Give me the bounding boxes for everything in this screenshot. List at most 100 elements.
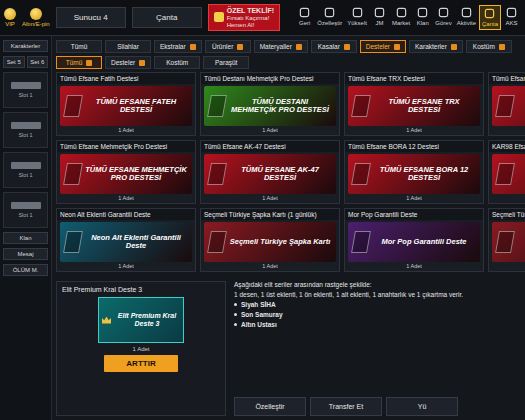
nav-item[interactable]: JM (370, 5, 389, 30)
nav-label: Özelleştir (317, 20, 342, 26)
nav-label: Klan (417, 20, 429, 26)
item-art-text: TÜMÜ DESTANI MEHMETÇİK PRO DESTESİ (229, 98, 331, 115)
item-detail: Elit Premium Kral Deste 3Elit Premium Kr… (56, 281, 525, 416)
server-selector[interactable]: Sunucu 4 (56, 7, 126, 28)
deck-icon (207, 163, 227, 185)
item-art: TÜMÜ EFSANE AK-47 DESTESİ (204, 154, 336, 194)
item-art-text: Seçmeli Türkiye Şapka Kartı (229, 238, 331, 246)
subcategory-tab[interactable]: Desteler (105, 56, 151, 69)
item-art: Seçmeli Türkiye Şapka Kartı (204, 222, 336, 262)
nav-item[interactable]: Görev (433, 5, 453, 30)
item-count: 1 Adet (57, 126, 195, 135)
item-card[interactable]: Tümü Destanı Mehmetçik Pro Destesi TÜMÜ D… (200, 72, 340, 136)
item-art: Mor Pop Garantili Deste (348, 222, 480, 262)
crown-icon (102, 317, 111, 324)
nav-label: Yükselt (347, 20, 367, 26)
new-badge-icon (139, 60, 145, 66)
nav-icon (461, 7, 472, 18)
deck-icon (207, 231, 227, 253)
weapon-slot[interactable]: Slot 1 (3, 152, 48, 188)
category-tab[interactable]: Karakterler (409, 40, 463, 53)
item-card[interactable]: Tümü Efsane GTÜMÜ1 Adet (488, 72, 525, 136)
item-title: Tümü Efsane G (489, 73, 525, 84)
sidebar-button[interactable]: ÖLÜM M. (3, 264, 48, 276)
nav-label: AKS (505, 20, 517, 26)
category-tab-label: Kostüm (473, 43, 495, 50)
item-title: Seçmeli Türki (489, 209, 525, 220)
characters-button[interactable]: Karakterler (3, 40, 48, 52)
category-tab[interactable]: Materyaller (254, 40, 308, 53)
item-art-text: TÜMÜ EFSANE MEHMETÇİK PRO DESTESİ (85, 166, 187, 183)
item-count: 1 Adet (201, 262, 339, 271)
nav-item[interactable]: Klan (413, 5, 432, 30)
nav-item[interactable]: Market (390, 5, 412, 30)
item-title: KAR98 Efsane (489, 141, 525, 152)
item-card[interactable]: KAR98 EfsaneTÜMÜ1 Adet (488, 140, 525, 204)
bullet-icon (234, 313, 237, 316)
nav-bar: GeriÖzelleştir YükseltJMMarket Klan Görev Ak… (295, 5, 521, 30)
item-card[interactable]: Seçmeli TürkiSeç1 Adet (488, 208, 525, 272)
item-card[interactable]: Tümü Efsane AK-47 DestesiTÜMÜ EFSANE AK-… (200, 140, 340, 204)
item-card[interactable]: Seçmeli Türkiye Şapka Kartı (1 günlük)Se… (200, 208, 340, 272)
item-card[interactable]: Tümü Efsane Fatih DestesiTÜMÜ EFSANE FAT… (56, 72, 196, 136)
item-count: 1 Adet (201, 126, 339, 135)
deck-icon (351, 95, 371, 117)
item-card[interactable]: Tümü Efsane TRX DestesiTÜMÜ EFSANE TRX D… (344, 72, 484, 136)
category-tab[interactable]: Ekstralar (154, 40, 202, 53)
vip-button[interactable]: VIP (4, 8, 16, 27)
weapon-slot[interactable]: Slot 1 (3, 72, 48, 108)
item-art: TÜMÜ EFSANE TRX DESTESİ (348, 86, 480, 126)
offer-text: ÖZEL TEKLİF!Fırsatı Kaçırma!Hemen Al! (227, 7, 274, 29)
weapon-slot[interactable]: Slot 1 (3, 112, 48, 148)
nav-item[interactable]: Geri (295, 5, 314, 30)
currency-button[interactable]: Altın/E-pin (22, 8, 50, 27)
set-tab[interactable]: Set 5 (3, 56, 25, 68)
sidebar-button[interactable]: Klan (3, 232, 48, 244)
series-item: Son Samuray (234, 311, 521, 318)
subcategory-tab[interactable]: Tümü (56, 56, 102, 69)
action-button[interactable]: Transfer Et (310, 397, 382, 416)
nav-item[interactable]: Çanta (479, 5, 501, 30)
detail-title: Elit Premium Kral Deste 3 (60, 285, 222, 294)
new-badge-icon (499, 44, 505, 50)
category-tab[interactable]: Desteler (360, 40, 406, 53)
item-art: TÜMÜ DESTANI MEHMETÇİK PRO DESTESİ (204, 86, 336, 126)
subcategory-tab-label: Paraşüt (215, 59, 237, 66)
action-button[interactable]: Özelleştir (234, 397, 306, 416)
category-tab[interactable]: Kostüm (466, 40, 512, 53)
item-art: TÜMÜ EFSANE BORA 12 DESTESİ (348, 154, 480, 194)
nav-item[interactable]: AKS (502, 5, 521, 30)
subcategory-tab[interactable]: Kostüm (154, 56, 200, 69)
action-button[interactable]: Yü (386, 397, 458, 416)
coin-icon (30, 8, 42, 20)
subcategory-tab-label: Kostüm (166, 59, 188, 66)
nav-item[interactable]: Özelleştir (315, 5, 344, 30)
item-art: TÜMÜ (492, 86, 525, 126)
slot-label: Slot 1 (18, 132, 32, 138)
item-count: 1 Adet (201, 194, 339, 203)
item-card[interactable]: Tümü Efsane BORA 12 DestesiTÜMÜ EFSANE B… (344, 140, 484, 204)
category-tab[interactable]: Tümü (56, 40, 102, 53)
series-item: Altın Ustası (234, 321, 521, 328)
weapon-slot[interactable]: Slot 1 (3, 192, 48, 228)
sidebar-button[interactable]: Mesaj (3, 248, 48, 260)
increase-button[interactable]: ARTTIR (104, 355, 177, 372)
offer-title: ÖZEL TEKLİF! (227, 7, 274, 15)
category-tab[interactable]: Ürünler (205, 40, 251, 53)
offer-button[interactable]: ÖZEL TEKLİF!Fırsatı Kaçırma!Hemen Al! (208, 4, 280, 32)
nav-label: Görev (435, 20, 451, 26)
nav-item[interactable]: Aktivite (455, 5, 478, 30)
category-tab[interactable]: Kasalar (311, 40, 357, 53)
deck-icon (63, 231, 83, 253)
description-body: 1 desen, 1 üst eklenti, 1 ön eklenti, 1 … (234, 291, 521, 298)
nav-item[interactable]: Yükselt (345, 5, 369, 30)
item-title: Tümü Destanı Mehmetçik Pro Destesi (201, 73, 339, 84)
subcategory-tab[interactable]: Paraşüt (203, 56, 249, 69)
bullet-icon (234, 303, 237, 306)
item-card[interactable]: Neon Alt Eklenti Garantili DesteNeon Alt… (56, 208, 196, 272)
category-tab[interactable]: Silahlar (105, 40, 151, 53)
item-card[interactable]: Tümü Efsane Mehmetçik Pro DestesiTÜMÜ EF… (56, 140, 196, 204)
item-card[interactable]: Mor Pop Garantili DesteMor Pop Garantili… (344, 208, 484, 272)
set-tab[interactable]: Set 6 (27, 56, 49, 68)
nav-label: Aktivite (457, 20, 476, 26)
